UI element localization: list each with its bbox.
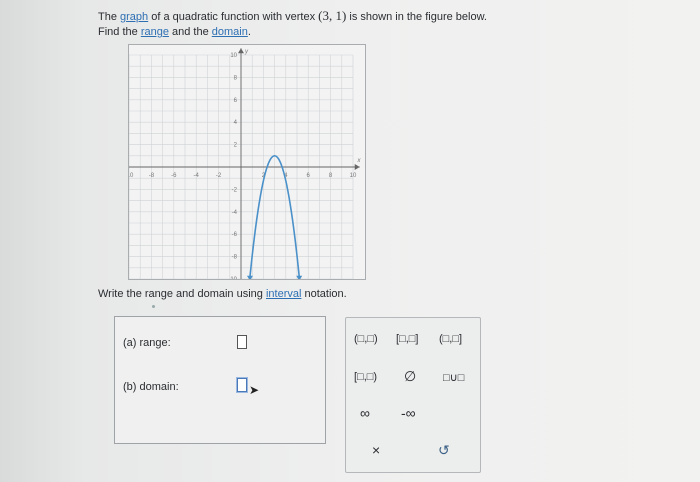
question-text: The graph of a quadratic function with v… xyxy=(98,8,568,40)
graph-link[interactable]: graph xyxy=(120,11,148,23)
question-text-part: is shown in the figure below. xyxy=(349,11,487,23)
closed-closed-interval-button[interactable]: [□,□] xyxy=(396,333,418,345)
question-text-part: Find the xyxy=(98,26,138,38)
instruction-part: Write the range and domain using xyxy=(98,288,263,300)
y-tick-label: 2 xyxy=(234,143,238,149)
undo-icon[interactable]: ↺ xyxy=(438,442,450,459)
x-tick-label: -6 xyxy=(171,173,177,179)
page: The graph of a quadratic function with v… xyxy=(0,0,700,482)
y-tick-label: 4 xyxy=(234,120,238,126)
range-label: (a) range: xyxy=(123,337,171,349)
range-link[interactable]: range xyxy=(141,26,169,38)
y-tick-label: -10 xyxy=(228,277,237,279)
answer-box: (a) range: (b) domain: ➤ xyxy=(114,316,326,444)
open-open-interval-button[interactable]: (□,□) xyxy=(354,333,378,345)
question-text-part: . xyxy=(247,26,251,38)
bullet-dot xyxy=(152,305,155,308)
question-text-part: and the xyxy=(172,26,209,38)
x-tick-label: -2 xyxy=(216,173,222,179)
instruction-text: Write the range and domain using interva… xyxy=(98,288,347,300)
x-tick-label: -10 xyxy=(129,173,134,179)
range-input[interactable] xyxy=(237,335,247,349)
y-tick-label: -8 xyxy=(232,255,238,261)
clear-icon[interactable]: × xyxy=(372,442,380,458)
question-text-part: The xyxy=(98,11,117,23)
instruction-part: notation. xyxy=(304,288,347,300)
y-tick-label: 10 xyxy=(230,53,237,59)
y-axis-label: y xyxy=(244,49,249,55)
x-tick-label: -8 xyxy=(149,173,155,179)
empty-set-button[interactable]: ∅ xyxy=(404,368,416,385)
y-tick-label: -2 xyxy=(232,187,238,193)
open-closed-interval-button[interactable]: (□,□] xyxy=(439,333,462,345)
union-button[interactable]: □∪□ xyxy=(443,371,464,384)
closed-open-interval-button[interactable]: [□,□) xyxy=(354,371,377,383)
x-tick-label: 10 xyxy=(350,173,357,179)
y-tick-label: -6 xyxy=(232,232,238,238)
interval-palette: (□,□) [□,□] (□,□] [□,□) ∅ □∪□ ∞ -∞ × ↺ xyxy=(345,317,481,473)
domain-input[interactable] xyxy=(237,378,247,392)
y-tick-label: -4 xyxy=(232,210,238,216)
question-text-part: of a quadratic function with vertex xyxy=(151,11,316,23)
x-tick-label: -4 xyxy=(194,173,200,179)
y-tick-label: 8 xyxy=(234,75,238,81)
domain-link[interactable]: domain xyxy=(212,26,248,38)
x-axis-label: x xyxy=(356,158,361,164)
mouse-cursor-icon: ➤ xyxy=(249,383,260,397)
x-axis-arrow-icon xyxy=(354,164,360,170)
negative-infinity-button[interactable]: -∞ xyxy=(401,405,416,421)
interval-link[interactable]: interval xyxy=(266,288,301,300)
domain-label: (b) domain: xyxy=(123,381,179,393)
infinity-button[interactable]: ∞ xyxy=(360,405,370,421)
y-axis-arrow-icon xyxy=(238,48,244,54)
vertex-value: (3, 1) xyxy=(318,8,347,23)
graph-figure: -10-8-6-4-2246810108642-2-4-6-8-10xy xyxy=(122,44,366,286)
parabola-graph: -10-8-6-4-2246810108642-2-4-6-8-10xy xyxy=(122,48,361,286)
y-tick-label: 6 xyxy=(234,98,238,104)
